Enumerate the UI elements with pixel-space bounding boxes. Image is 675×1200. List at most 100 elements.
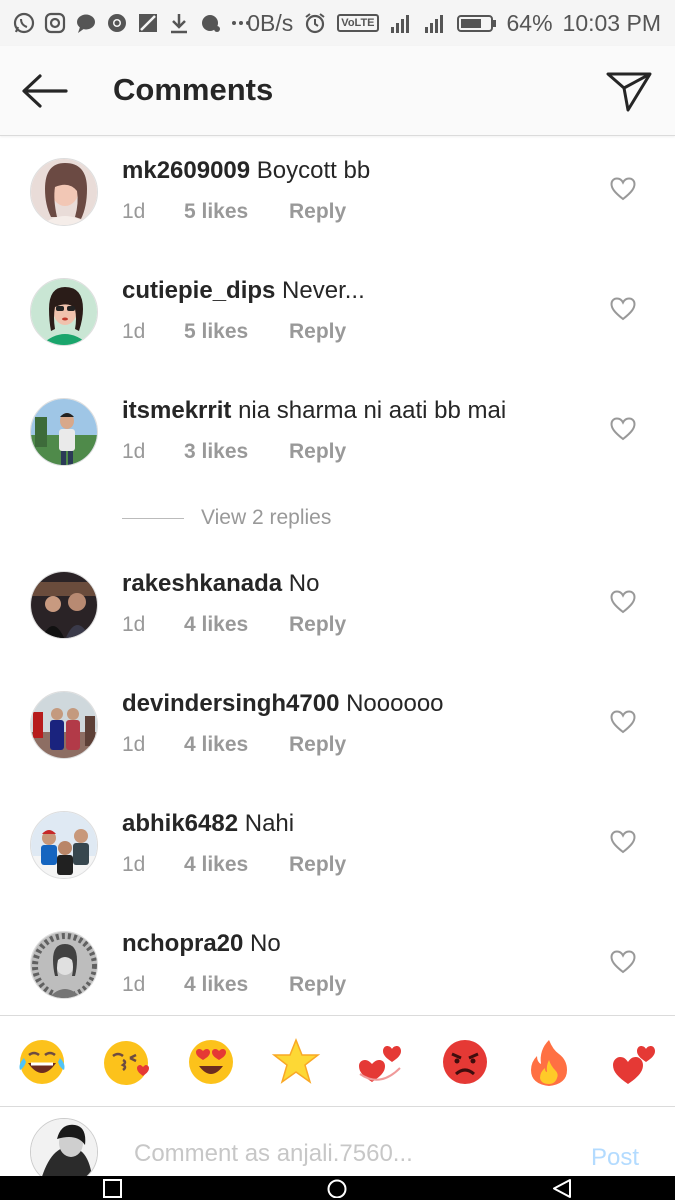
chat-bubble-icon — [198, 11, 222, 35]
comment-meta: 1d 4 likes Reply — [122, 613, 346, 637]
comment-username[interactable]: itsmekrrit — [122, 397, 231, 424]
message-icon — [74, 11, 98, 35]
post-button[interactable]: Post — [591, 1144, 639, 1172]
status-bar: 0B/s VoLTE 64% 10:03 PM — [0, 0, 675, 46]
comment-text: itsmekrrit nia sharma ni aati bb mai — [122, 397, 506, 425]
whatsapp-icon — [12, 11, 36, 35]
comment-item: devindersingh4700 Noooooo 1d 4 likes Rep… — [0, 670, 675, 770]
comment-username[interactable]: cutiepie_dips — [122, 277, 275, 304]
comment-input[interactable] — [134, 1134, 574, 1174]
comment-text: abhik6482 Nahi — [122, 810, 294, 838]
comment-age: 1d — [122, 320, 146, 343]
comment-item: abhik6482 Nahi 1d 4 likes Reply — [0, 790, 675, 890]
comment-text: cutiepie_dips Never... — [122, 277, 365, 305]
quick-emoji-bar — [0, 1015, 675, 1107]
comment-age: 1d — [122, 853, 146, 876]
gallery-icon — [136, 11, 160, 35]
network-speed: 0B/s — [247, 9, 294, 36]
comment-likes[interactable]: 5 likes — [184, 320, 289, 344]
home-icon[interactable] — [326, 1178, 348, 1199]
reply-button[interactable]: Reply — [289, 853, 346, 877]
comment-likes[interactable]: 4 likes — [184, 613, 289, 637]
volte-badge: VoLTE — [337, 14, 379, 32]
avatar[interactable] — [30, 691, 98, 759]
instagram-icon — [43, 11, 67, 35]
comment-item: mk2609009 Boycott bb 1d 5 likes Reply — [0, 137, 675, 237]
back-nav-icon[interactable] — [551, 1178, 573, 1198]
comment-body: Noooooo — [346, 690, 444, 717]
comment-composer: Post — [0, 1108, 675, 1186]
comment-likes[interactable]: 4 likes — [184, 973, 289, 997]
joy-emoji-icon[interactable] — [16, 1036, 68, 1088]
comment-meta: 1d 4 likes Reply — [122, 733, 346, 757]
angry-emoji-icon[interactable] — [439, 1036, 491, 1088]
chrome-icon — [105, 11, 129, 35]
avatar[interactable] — [30, 398, 98, 466]
system-navigation-bar — [0, 1176, 675, 1200]
comment-meta: 1d 5 likes Reply — [122, 200, 346, 224]
comment-username[interactable]: devindersingh4700 — [122, 690, 339, 717]
comment-item: cutiepie_dips Never... 1d 5 likes Reply — [0, 257, 675, 357]
comment-meta: 1d 3 likes Reply — [122, 440, 346, 464]
avatar[interactable] — [30, 158, 98, 226]
reply-button[interactable]: Reply — [289, 613, 346, 637]
comment-body: No — [288, 570, 320, 597]
comment-likes[interactable]: 3 likes — [184, 440, 289, 464]
avatar[interactable] — [30, 278, 98, 346]
comment-body: nia sharma ni aati bb mai — [238, 397, 507, 424]
like-heart-icon[interactable] — [610, 417, 636, 441]
avatar[interactable] — [30, 811, 98, 879]
like-heart-icon[interactable] — [610, 590, 636, 614]
comment-meta: 1d 4 likes Reply — [122, 973, 346, 997]
comment-age: 1d — [122, 973, 146, 996]
comment-age: 1d — [122, 440, 146, 463]
comment-likes[interactable]: 4 likes — [184, 853, 289, 877]
back-arrow-icon[interactable] — [20, 68, 70, 114]
comment-text: nchopra20 No — [122, 930, 281, 958]
fire-emoji-icon[interactable] — [523, 1036, 575, 1088]
star-emoji-icon[interactable] — [270, 1036, 322, 1088]
reply-button[interactable]: Reply — [289, 200, 346, 224]
avatar[interactable] — [30, 931, 98, 999]
comment-meta: 1d 5 likes Reply — [122, 320, 346, 344]
like-heart-icon[interactable] — [610, 177, 636, 201]
comment-text: devindersingh4700 Noooooo — [122, 690, 444, 718]
comment-age: 1d — [122, 733, 146, 756]
reply-button[interactable]: Reply — [289, 733, 346, 757]
comment-body: No — [250, 930, 281, 957]
like-heart-icon[interactable] — [610, 297, 636, 321]
comment-text: mk2609009 Boycott bb — [122, 157, 370, 185]
comment-age: 1d — [122, 613, 146, 636]
view-replies-label: View 2 replies — [201, 506, 332, 529]
revolving-hearts-emoji-icon[interactable] — [354, 1036, 406, 1088]
reply-button[interactable]: Reply — [289, 320, 346, 344]
kissing-heart-emoji-icon[interactable] — [101, 1036, 153, 1088]
notification-icons — [12, 8, 253, 38]
like-heart-icon[interactable] — [610, 830, 636, 854]
heart-eyes-emoji-icon[interactable] — [185, 1036, 237, 1088]
comment-likes[interactable]: 5 likes — [184, 200, 289, 224]
comment-username[interactable]: rakeshkanada — [122, 570, 282, 597]
reply-button[interactable]: Reply — [289, 973, 346, 997]
alarm-icon — [303, 11, 327, 35]
avatar[interactable] — [30, 571, 98, 639]
reply-thread-line — [122, 517, 184, 519]
reply-button[interactable]: Reply — [289, 440, 346, 464]
direct-send-icon[interactable] — [604, 68, 654, 114]
battery-percent: 64% — [506, 9, 553, 36]
like-heart-icon[interactable] — [610, 950, 636, 974]
comment-username[interactable]: mk2609009 — [122, 157, 250, 184]
comment-body: Boycott bb — [256, 157, 371, 184]
two-hearts-emoji-icon[interactable] — [608, 1036, 660, 1088]
like-heart-icon[interactable] — [610, 710, 636, 734]
recent-apps-icon[interactable] — [102, 1178, 124, 1198]
app-bar: Comments — [0, 46, 675, 136]
comment-likes[interactable]: 4 likes — [184, 733, 289, 757]
comment-username[interactable]: nchopra20 — [122, 930, 243, 957]
download-icon — [167, 11, 191, 35]
comment-body: Nahi — [244, 810, 295, 837]
comment-age: 1d — [122, 200, 146, 223]
page-title: Comments — [113, 72, 274, 107]
view-replies-link[interactable]: View 2 replies — [122, 503, 331, 533]
comment-username[interactable]: abhik6482 — [122, 810, 238, 837]
